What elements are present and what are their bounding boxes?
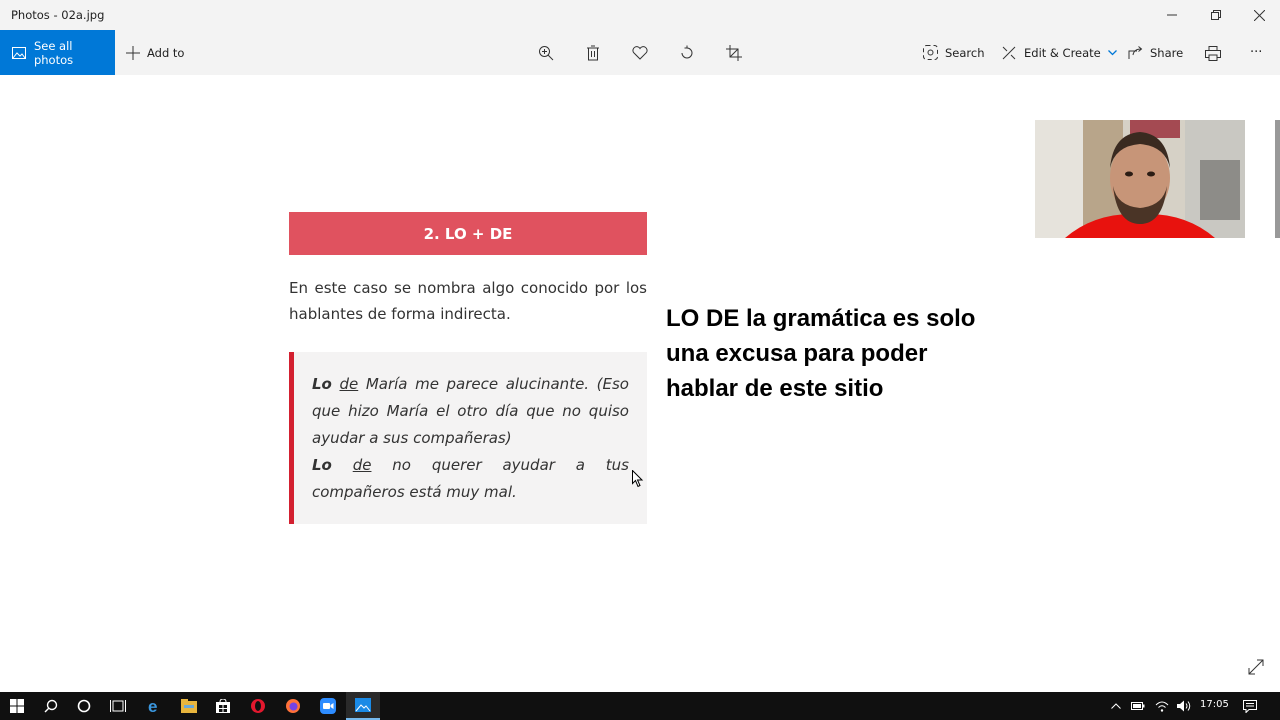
- edit-icon: [1002, 46, 1016, 60]
- title-bar: Photos - 02a.jpg: [0, 0, 1280, 30]
- webcam-video: [1035, 120, 1245, 238]
- windows-icon: [10, 699, 24, 713]
- slide-heading: 2. LO + DE: [289, 212, 647, 255]
- task-view-button[interactable]: [101, 692, 135, 720]
- volume-control[interactable]: [1173, 692, 1195, 720]
- store-app[interactable]: [206, 692, 240, 720]
- window-title: Photos - 02a.jpg: [11, 8, 105, 22]
- network-status[interactable]: [1151, 692, 1173, 720]
- close-button[interactable]: [1237, 0, 1280, 30]
- expand-icon: [1248, 659, 1264, 675]
- store-icon: [216, 699, 230, 713]
- slide-paragraph: En este caso se nombra algo conocido por…: [289, 279, 647, 323]
- firefox-icon: [286, 699, 300, 713]
- more-options-icon: ···: [1250, 45, 1263, 60]
- photo-canvas: 2. LO + DE En este caso se nombra algo c…: [0, 75, 1280, 692]
- search-button[interactable]: Search: [923, 30, 985, 75]
- battery-status[interactable]: [1128, 692, 1148, 720]
- example-1: Lo de María me parece alucinante. (Eso q…: [312, 375, 629, 447]
- battery-icon: [1131, 702, 1145, 710]
- minimize-button[interactable]: [1150, 0, 1194, 30]
- photos-icon: [12, 46, 26, 59]
- chevron-up-icon: [1111, 703, 1121, 709]
- print-button[interactable]: [1202, 42, 1224, 64]
- zoom-video-icon: [320, 698, 336, 714]
- rotate-button[interactable]: [676, 42, 698, 64]
- search-icon: [44, 699, 58, 713]
- share-label: Share: [1150, 45, 1184, 60]
- chevron-down-icon: [1107, 49, 1117, 55]
- close-icon: [1253, 9, 1265, 21]
- photos-toolbar: See all photos Add to Search Edit & Crea…: [0, 30, 1280, 75]
- share-button[interactable]: Share: [1128, 30, 1183, 75]
- firefox-app[interactable]: [276, 692, 310, 720]
- next-image-peek: [1275, 120, 1280, 238]
- taskbar: e 17:05: [0, 692, 1280, 720]
- zoom-in-icon: [539, 46, 554, 61]
- opera-icon: [251, 699, 265, 713]
- minimize-icon: [1167, 14, 1177, 16]
- edge-app[interactable]: e: [138, 692, 172, 720]
- caption-overlay: LO DE la gramática es solo una excusa pa…: [666, 305, 976, 402]
- trash-icon: [587, 45, 599, 61]
- share-icon: [1128, 45, 1143, 59]
- printer-icon: [1205, 45, 1221, 61]
- delete-button[interactable]: [582, 42, 604, 64]
- edge-icon: e: [148, 698, 157, 714]
- restore-icon: [1211, 10, 1221, 20]
- file-explorer-app[interactable]: [172, 692, 206, 720]
- edit-create-label: Edit & Create: [1024, 45, 1101, 60]
- search-label: Search: [945, 45, 985, 60]
- zoom-button[interactable]: [535, 42, 557, 64]
- mouse-cursor-icon: [632, 470, 644, 488]
- add-to-button[interactable]: Add to: [126, 30, 184, 75]
- clock-time[interactable]: 17:05: [1200, 699, 1229, 710]
- slide-heading-text: 2. LO + DE: [423, 224, 513, 243]
- taskbar-search-button[interactable]: [34, 692, 68, 720]
- more-button[interactable]: ···: [1250, 30, 1262, 75]
- heart-icon: [632, 46, 648, 60]
- search-icon: [923, 45, 938, 60]
- see-all-photos-button[interactable]: See all photos: [0, 30, 115, 75]
- notification-icon: [1243, 699, 1257, 713]
- speaker-icon: [1176, 700, 1190, 712]
- see-all-photos-label: See all photos: [33, 38, 74, 67]
- plus-icon: [126, 45, 140, 60]
- opera-app[interactable]: [241, 692, 275, 720]
- svg-text:e: e: [148, 698, 157, 714]
- restore-button[interactable]: [1194, 0, 1238, 30]
- zoom-app[interactable]: [311, 692, 345, 720]
- cortana-button[interactable]: [67, 692, 101, 720]
- action-center-button[interactable]: [1236, 692, 1264, 720]
- favorite-button[interactable]: [629, 42, 651, 64]
- example-2: Lo de no querer ayudar a tus compañeros …: [312, 456, 629, 501]
- start-button[interactable]: [0, 692, 34, 720]
- crop-button[interactable]: [723, 42, 745, 64]
- folder-icon: [181, 699, 197, 713]
- webcam-person-image: [1035, 120, 1245, 238]
- example-quote: Lo de María me parece alucinante. (Eso q…: [289, 352, 647, 524]
- edit-create-button[interactable]: Edit & Create: [1002, 30, 1117, 75]
- photos-app[interactable]: [346, 692, 380, 720]
- photos-app-icon: [355, 698, 371, 712]
- rotate-icon: [681, 45, 693, 59]
- task-view-icon: [110, 700, 126, 712]
- wifi-icon: [1155, 701, 1169, 712]
- crop-icon: [726, 45, 742, 61]
- cortana-icon: [77, 699, 91, 713]
- add-to-label: Add to: [147, 45, 185, 60]
- fullscreen-button[interactable]: [1247, 658, 1269, 680]
- show-hidden-icons-button[interactable]: [1106, 692, 1126, 720]
